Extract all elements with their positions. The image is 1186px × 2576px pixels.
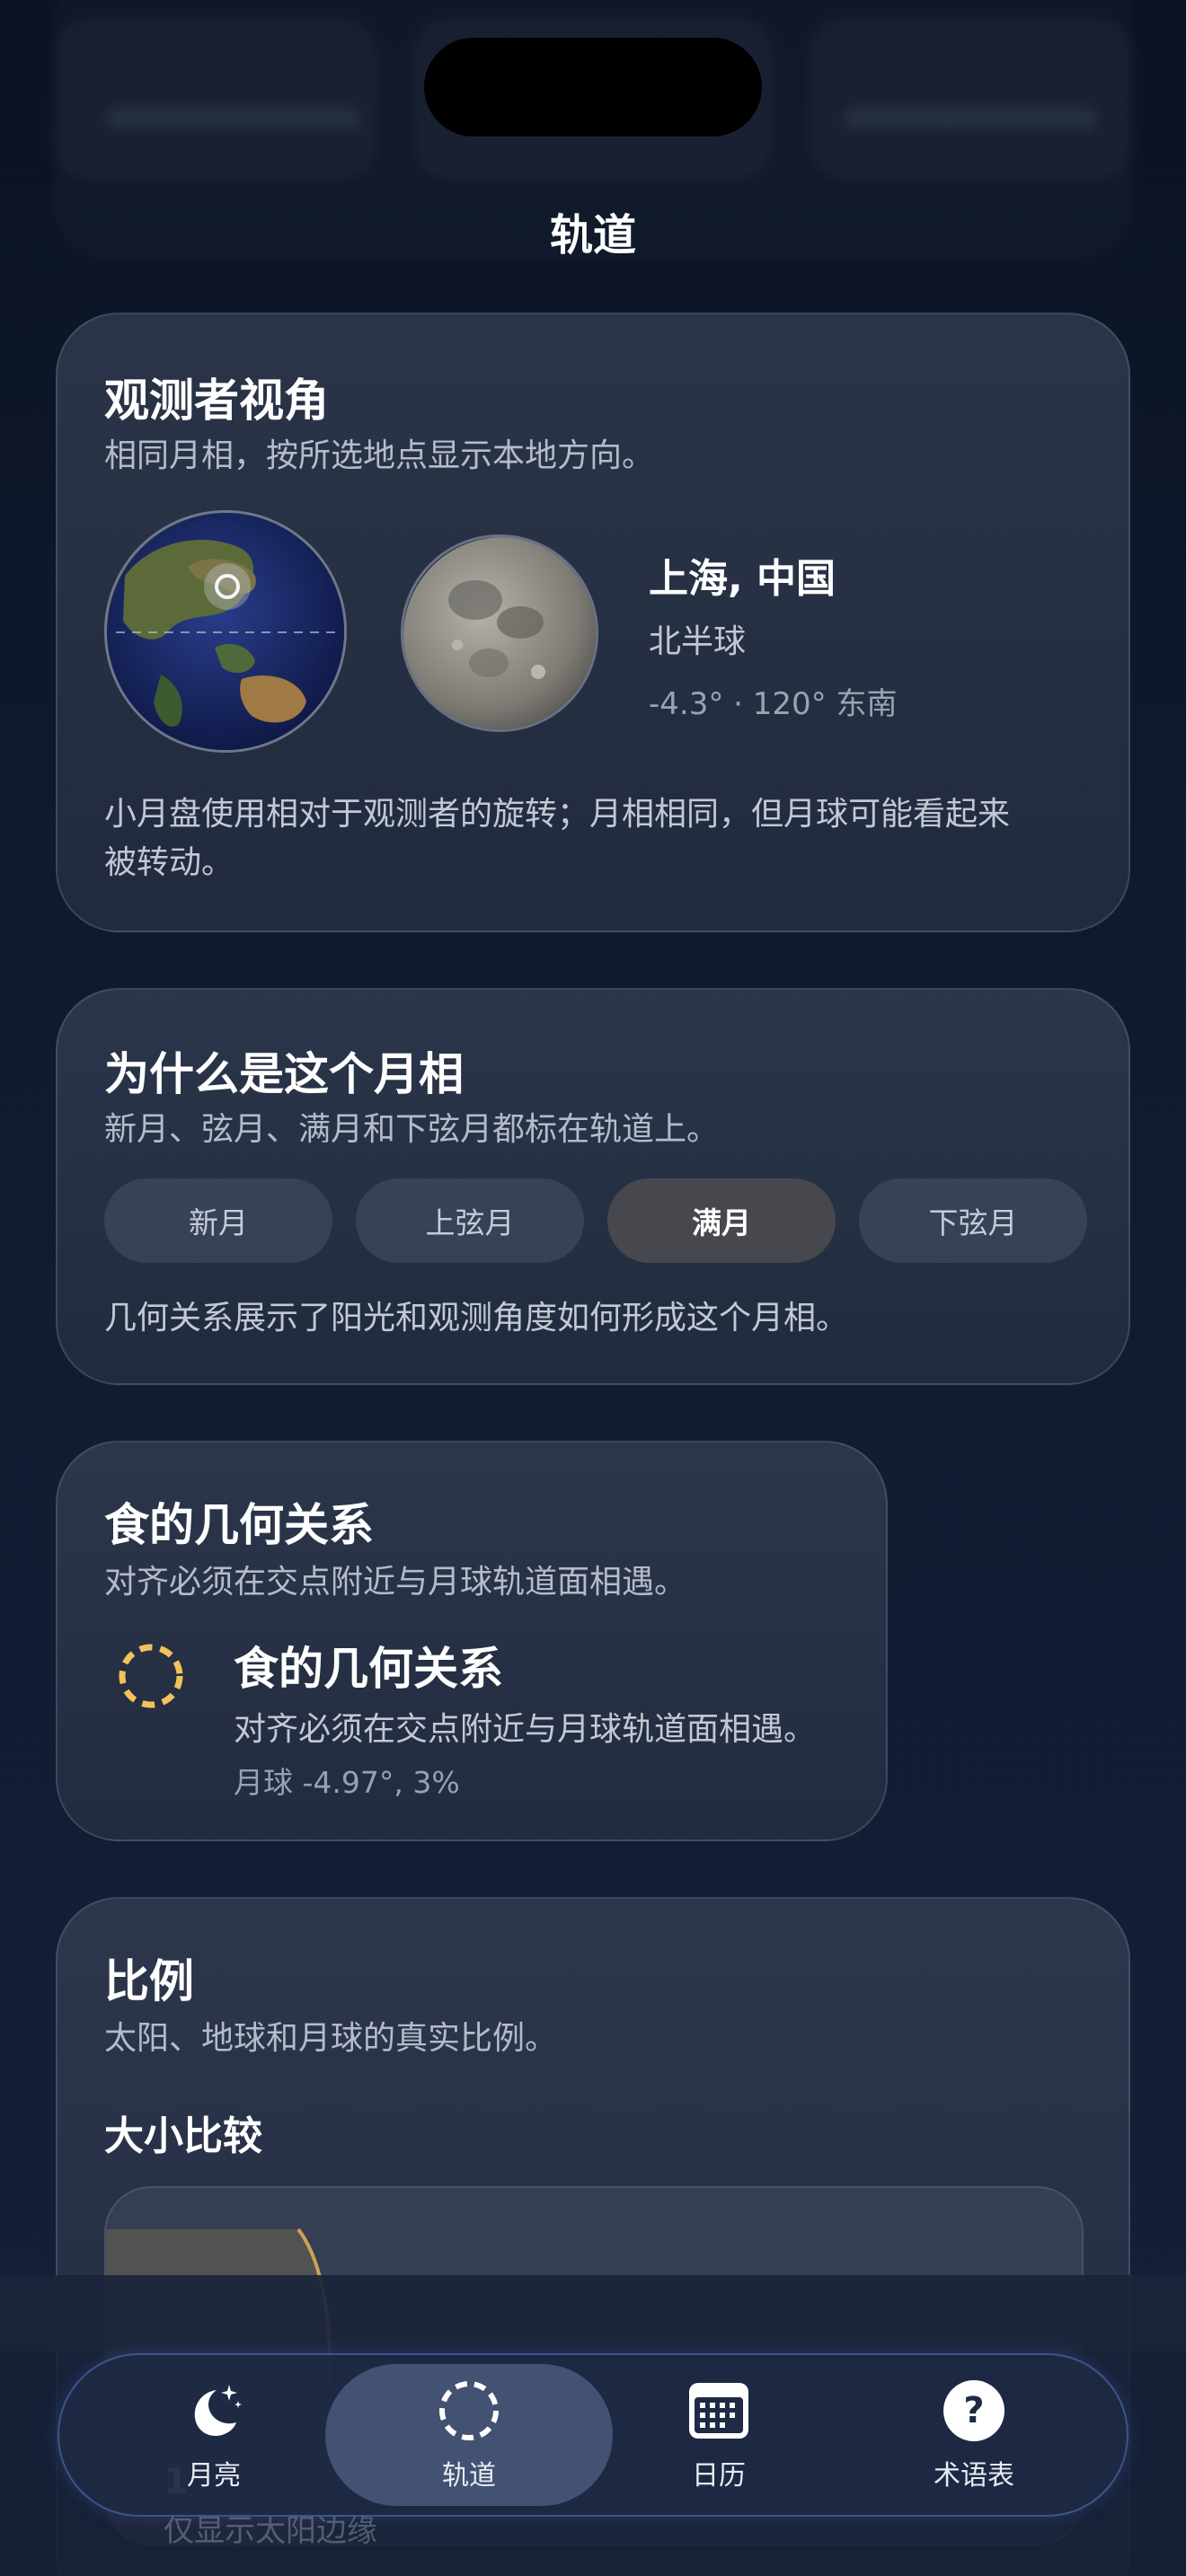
- tab-glossary[interactable]: ? 术语表: [830, 2364, 1118, 2506]
- earth-globe[interactable]: [104, 510, 347, 753]
- eclipse-item-subtitle: 对齐必须在交点附近与月球轨道面相遇。: [234, 1711, 817, 1748]
- eclipse-item-value: 月球 -4.97°, 3%: [234, 1765, 460, 1800]
- tab-calendar[interactable]: 日历: [575, 2364, 863, 2506]
- calendar-icon: [689, 2383, 748, 2439]
- eclipse-card: 食的几何关系 对齐必须在交点附近与月球轨道面相遇。 食的几何关系 对齐必须在交点…: [56, 1441, 888, 1841]
- location-name: 上海, 中国: [649, 556, 836, 602]
- tab-orbit[interactable]: 轨道: [325, 2364, 613, 2506]
- tab-moon[interactable]: 月亮: [70, 2364, 358, 2506]
- eclipse-ring-icon: [119, 1644, 183, 1708]
- tab-orbit-label: 轨道: [442, 2460, 496, 2492]
- tab-moon-label: 月亮: [187, 2460, 241, 2492]
- scale-subtitle: 太阳、地球和月球的真实比例。: [104, 2020, 558, 2057]
- observer-subtitle: 相同月相，按所选地点显示本地方向。: [104, 437, 655, 474]
- svg-text:?: ?: [963, 2390, 984, 2431]
- hemisphere-label: 北半球: [649, 623, 747, 660]
- phase-subtitle: 新月、弦月、满月和下弦月都标在轨道上。: [104, 1111, 720, 1148]
- observer-note: 小月盘使用相对于观测者的旋转；月相相同，但月球可能看起来被转动。: [104, 796, 1011, 881]
- size-comparison-heading: 大小比较: [104, 2113, 262, 2159]
- phase-option-first-quarter[interactable]: 上弦月: [356, 1178, 584, 1263]
- phase-note: 几何关系展示了阳光和观测角度如何形成这个月相。: [104, 1300, 849, 1337]
- eclipse-title: 食的几何关系: [104, 1499, 374, 1551]
- phase-option-new-moon[interactable]: 新月: [104, 1178, 332, 1263]
- eclipse-item-title: 食的几何关系: [234, 1643, 503, 1695]
- tab-glossary-label: 术语表: [934, 2460, 1014, 2492]
- observer-card: 观测者视角 相同月相，按所选地点显示本地方向。 上海, 中国 北半球 -4.3°…: [56, 313, 1130, 932]
- page-title: 轨道: [549, 210, 636, 260]
- phase-title: 为什么是这个月相: [104, 1048, 464, 1100]
- phase-option-full-moon[interactable]: 满月: [607, 1178, 836, 1263]
- phase-option-last-quarter[interactable]: 下弦月: [859, 1178, 1087, 1263]
- moon-stars-icon: [194, 2385, 242, 2437]
- moon-phase-disc[interactable]: [401, 534, 598, 732]
- phase-card: 为什么是这个月相 新月、弦月、满月和下弦月都标在轨道上。 新月 上弦月 满月 下…: [56, 988, 1130, 1385]
- tab-calendar-label: 日历: [692, 2460, 746, 2492]
- scroll-fade-band: [0, 2275, 1186, 2351]
- location-coords: -4.3° · 120° 东南: [649, 686, 898, 722]
- question-icon: ?: [943, 2380, 1005, 2441]
- tab-bar: 月亮 轨道 日历 ? 术语表: [58, 2353, 1128, 2517]
- scale-title: 比例: [104, 1955, 194, 2007]
- orbit-icon: [439, 2381, 499, 2440]
- observer-title: 观测者视角: [104, 375, 329, 427]
- dynamic-island: [424, 38, 762, 137]
- eclipse-subtitle: 对齐必须在交点附近与月球轨道面相遇。: [104, 1564, 687, 1601]
